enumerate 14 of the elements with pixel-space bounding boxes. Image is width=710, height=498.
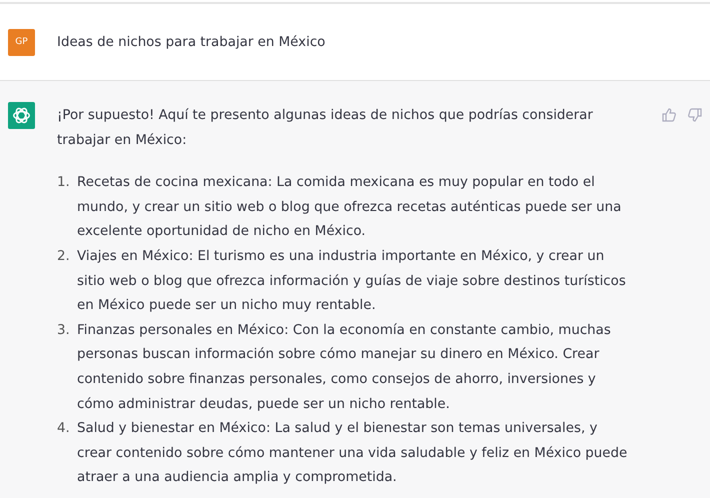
thumbs-up-icon[interactable] bbox=[662, 108, 676, 122]
list-number: 4. bbox=[57, 420, 71, 438]
list-item-text: Salud y bienestar en México: La salud y el bienestar son temas universales, y crear contenido sobre cómo mantener una vida saludable y feliz en México puede atraer a una audiencia amplia y comprometida. bbox=[77, 420, 628, 488]
list-item-text: Viajes en México: El turismo es una industria importante en México, y crear un sitio web o blog que ofrezca información y guías de viaje sobre destinos turísticos en México puede ser un nicho muy rentable. bbox=[77, 248, 627, 316]
list-number: 1. bbox=[57, 174, 71, 192]
list-item-text: Finanzas personales en México: Con la economía en constante cambio, muchas personas buscan información sobre cómo manejar su dinero en México. Crear contenido sobre finanzas personales, como consejos de ahorro, inversiones y cómo administrar deudas, puede ser un nicho rentable. bbox=[77, 322, 612, 414]
user-avatar: GP bbox=[8, 28, 35, 56]
thumbs-down-icon[interactable] bbox=[688, 108, 702, 122]
assistant-logo-icon bbox=[8, 102, 35, 129]
list-number: 3. bbox=[57, 322, 71, 340]
assistant-intro: ¡Por supuesto! Aquí te presento algunas ideas de nichos que podrías considerar trabajar en México: bbox=[57, 107, 594, 150]
list-number: 2. bbox=[57, 248, 71, 266]
list-item-text: Recetas de cocina mexicana: La comida mexicana es muy popular en todo el mundo, y crear un sitio web o blog que ofrezca recetas auténticas puede ser una excelente oportunidad de nicho en México. bbox=[77, 174, 622, 242]
user-message: Ideas de nichos para trabajar en México bbox=[57, 34, 326, 50]
